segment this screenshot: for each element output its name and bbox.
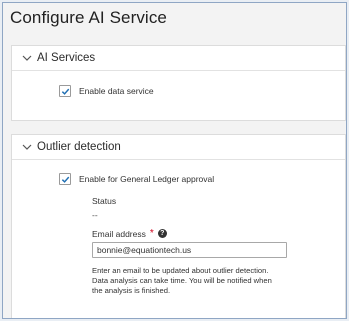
help-text-line: Data analysis can take time. You will be… — [92, 276, 272, 286]
checkmark-icon — [61, 88, 69, 95]
checkmark-icon — [61, 176, 69, 183]
enable-gl-approval-checkbox[interactable] — [59, 173, 71, 185]
ai-services-heading: AI Services — [37, 52, 96, 64]
enable-gl-approval-label: Enable for General Ledger approval — [79, 174, 215, 184]
status-label-text: Status — [92, 196, 117, 206]
enable-data-service-label: Enable data service — [79, 86, 154, 96]
email-help-text: Enter an email to be updated about outli… — [92, 266, 322, 297]
status-value: -- — [92, 210, 98, 220]
help-icon[interactable]: ? — [157, 229, 167, 238]
email-label: Email address * ? — [92, 228, 167, 239]
outlier-detection-section: Outlier detection Enable for General Led… — [11, 134, 346, 318]
enable-data-service-checkbox[interactable] — [59, 85, 71, 97]
ai-services-header[interactable]: AI Services — [22, 52, 95, 64]
required-asterisk: * — [149, 228, 154, 239]
outlier-detection-heading: Outlier detection — [37, 141, 121, 153]
chevron-down-icon[interactable] — [22, 54, 32, 62]
help-text-line: the analysis is finished. — [92, 286, 171, 296]
chevron-down-icon[interactable] — [22, 143, 32, 151]
email-label-text: Email address — [92, 228, 146, 239]
dialog-frame: Configure AI Service AI Services Enable … — [2, 2, 347, 319]
outlier-detection-header[interactable]: Outlier detection — [22, 141, 121, 153]
enable-data-service-row[interactable]: Enable data service — [59, 85, 154, 97]
section-divider — [12, 159, 345, 160]
section-divider — [12, 70, 345, 71]
enable-gl-approval-row[interactable]: Enable for General Ledger approval — [59, 173, 214, 185]
email-input[interactable] — [92, 242, 287, 258]
help-text-line: Enter an email to be updated about outli… — [92, 266, 269, 275]
ai-services-section: AI Services Enable data service — [11, 45, 346, 121]
status-label: Status — [92, 196, 116, 206]
page-title: Configure AI Service — [10, 8, 167, 27]
